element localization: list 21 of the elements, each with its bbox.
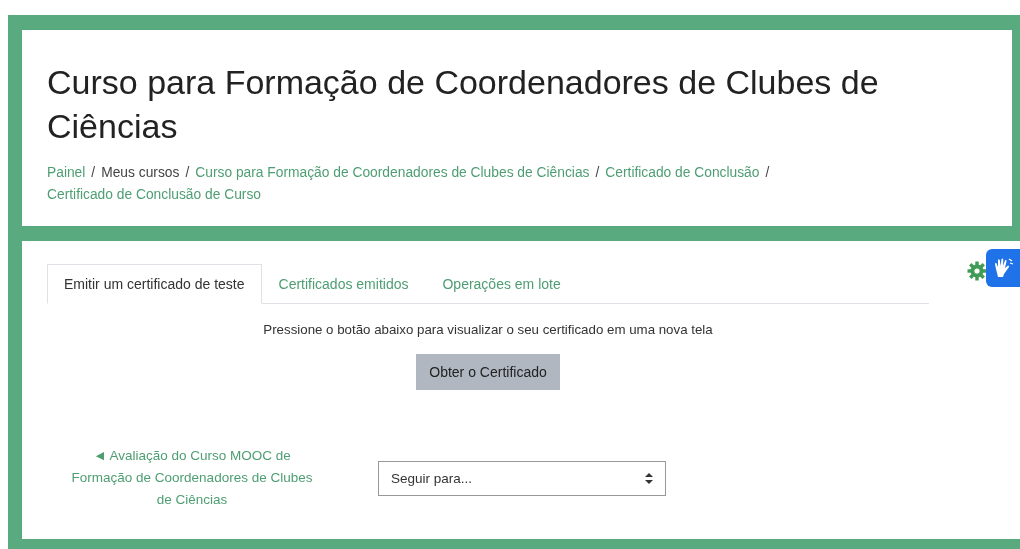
breadcrumb-link[interactable]: Certificado de Conclusão bbox=[605, 162, 760, 184]
page-title: Curso para Formação de Coordenadores de Clubes de Ciências bbox=[47, 62, 880, 147]
get-certificate-button[interactable]: Obter o Certificado bbox=[416, 354, 560, 390]
accessibility-button[interactable] bbox=[986, 249, 1020, 287]
breadcrumb-separator: / bbox=[765, 164, 770, 182]
breadcrumb-link[interactable]: Certificado de Conclusão de Curso bbox=[47, 184, 261, 206]
tab[interactable]: Certificados emitidos bbox=[261, 264, 426, 304]
instruction-text: Pressione o botão abaixo para visualizar o seu certificado em uma nova tela bbox=[262, 322, 714, 337]
breadcrumb-link[interactable]: Painel bbox=[47, 162, 86, 184]
settings-icon[interactable] bbox=[967, 261, 987, 281]
tab[interactable]: Operações em lote bbox=[425, 264, 578, 304]
breadcrumb-link[interactable]: Curso para Formação de Coordenadores de Clubes de Ciências bbox=[195, 162, 590, 184]
tab[interactable]: Emitir um certificado de teste bbox=[47, 264, 262, 304]
dropdown-arrows-icon bbox=[645, 472, 653, 484]
breadcrumb-separator: / bbox=[185, 164, 190, 182]
breadcrumb-separator: / bbox=[595, 164, 600, 182]
jump-to-select[interactable]: Seguir para... bbox=[378, 460, 666, 496]
previous-activity-link[interactable]: ◄ Avaliação do Curso MOOC de Formação de Coordenadores de Clubes de Ciências bbox=[67, 445, 317, 511]
breadcrumb-item: Meus cursos bbox=[101, 164, 180, 182]
hand-icon bbox=[992, 257, 1014, 279]
breadcrumb-separator: / bbox=[91, 164, 96, 182]
